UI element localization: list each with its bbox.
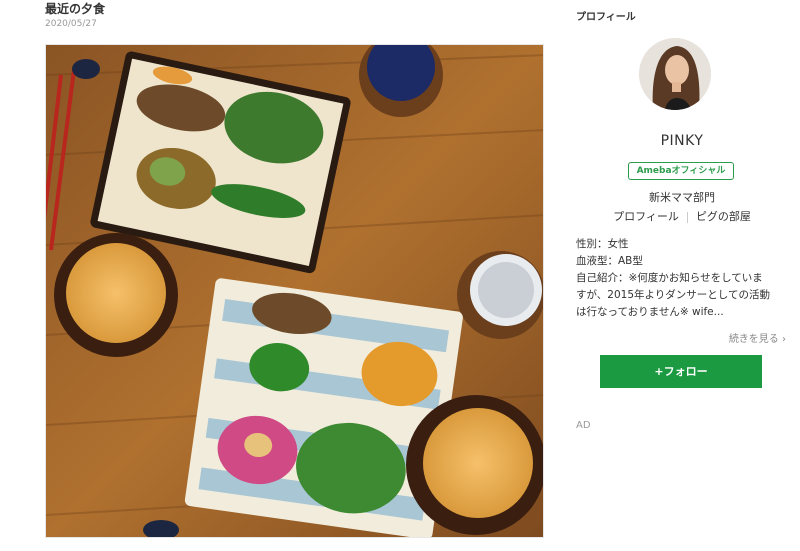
profile-link[interactable]: プロフィール xyxy=(613,210,679,223)
follow-button[interactable]: +フォロー xyxy=(600,355,762,388)
info-line: 自己紹介：※何度かお知らせをしていま xyxy=(576,272,763,284)
info-line: は行なっておりません※ wife... xyxy=(576,306,724,318)
profile-name[interactable]: PINKY xyxy=(576,133,788,149)
read-more-link[interactable]: 続きを見る › xyxy=(729,330,786,345)
official-badge: Amebaオフィシャル xyxy=(628,162,734,180)
profile-heading: プロフィール xyxy=(576,12,636,23)
info-line: 血液型：AB型 xyxy=(576,255,643,267)
entry-date: 2020/05/27 xyxy=(45,19,97,29)
profile-category[interactable]: 新米ママ部門 xyxy=(576,189,788,205)
avatar[interactable] xyxy=(639,38,711,110)
profile-links: プロフィール ピグの部屋 xyxy=(576,208,788,224)
entry-photo[interactable] xyxy=(45,44,544,538)
info-line: すが、2015年よりダンサーとしての活動 xyxy=(576,289,770,301)
ad-label: AD xyxy=(576,420,591,431)
info-line: 性別：女性 xyxy=(576,238,629,250)
pig-room-link[interactable]: ピグの部屋 xyxy=(696,210,751,223)
entry-title[interactable]: 最近の夕食 xyxy=(45,1,105,17)
link-separator xyxy=(686,211,688,223)
profile-info: 性別：女性 血液型：AB型 自己紹介：※何度かお知らせをしていま すが、2015… xyxy=(576,236,791,321)
